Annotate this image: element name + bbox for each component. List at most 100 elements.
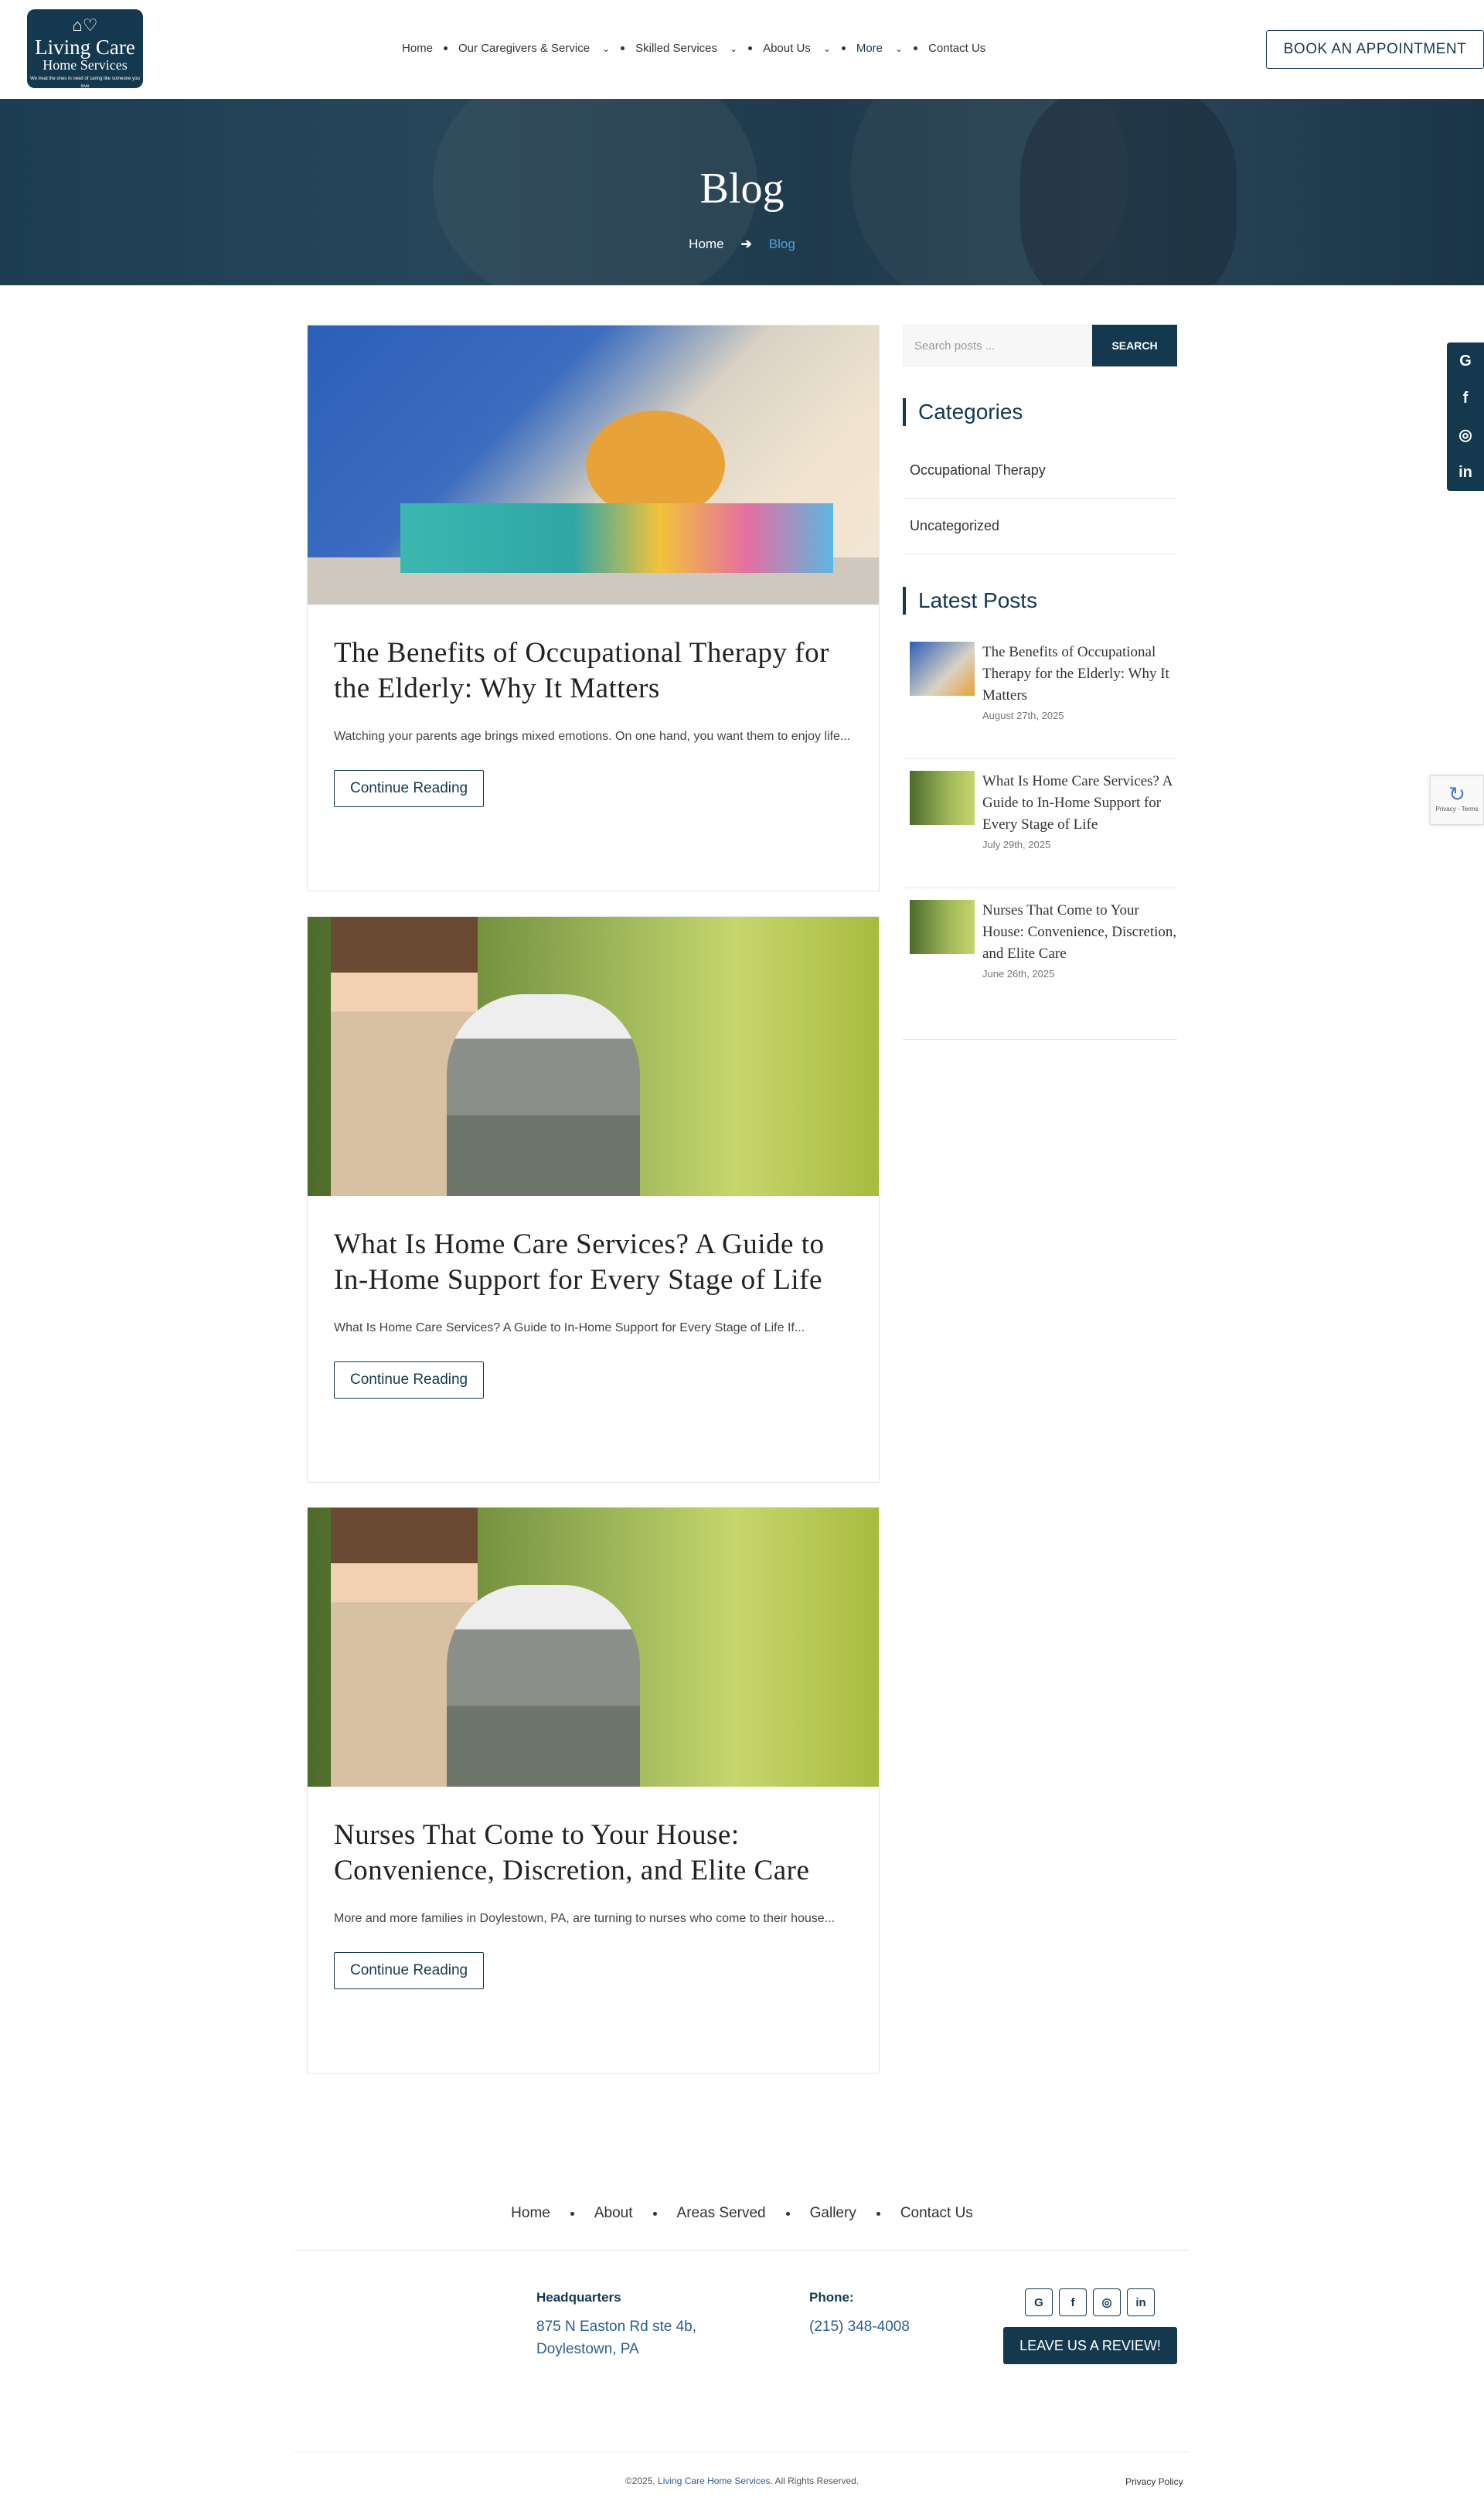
- footer-link-contact-us[interactable]: Contact Us: [900, 2205, 973, 2222]
- facebook-icon[interactable]: f: [1059, 2288, 1087, 2316]
- chevron-down-icon[interactable]: ⌄: [730, 43, 737, 54]
- headquarters-address-line2[interactable]: Doylestown, PA: [536, 2338, 639, 2360]
- footer-link-home[interactable]: Home: [511, 2205, 550, 2222]
- post-title[interactable]: What Is Home Care Services? A Guide to I…: [334, 1227, 853, 1298]
- breadcrumb-current: Blog: [768, 237, 795, 251]
- search-input[interactable]: Search posts ...: [903, 325, 1092, 366]
- nav-separator: [841, 46, 846, 50]
- arrow-right-icon: ➔: [740, 237, 752, 251]
- linkedin-icon[interactable]: in: [1447, 454, 1484, 491]
- post-title[interactable]: Nurses That Come to Your House: Convenie…: [334, 1818, 853, 1889]
- page-hero: Blog Home ➔ Blog: [0, 99, 1484, 285]
- nav-about-us[interactable]: About Us ⌄: [763, 42, 831, 55]
- nav-home[interactable]: Home: [402, 42, 433, 55]
- post-image[interactable]: [308, 917, 879, 1196]
- nav-more[interactable]: More ⌄: [856, 42, 903, 55]
- facebook-icon[interactable]: f: [1447, 380, 1484, 417]
- latest-post-date: August 27th, 2025: [982, 710, 1064, 721]
- nav-skilled-services[interactable]: Skilled Services ⌄: [635, 42, 737, 55]
- latest-post-title[interactable]: Nurses That Come to Your House: Convenie…: [982, 900, 1177, 965]
- nav-separator: [785, 2211, 790, 2216]
- recaptcha-text[interactable]: Privacy - Terms: [1431, 806, 1483, 813]
- headquarters-label: Headquarters: [536, 2290, 621, 2305]
- copyright-suffix: . All Rights Reserved.: [770, 2476, 859, 2486]
- post-image[interactable]: [308, 325, 879, 605]
- nav-separator: [914, 46, 918, 50]
- footer-link-areas-served[interactable]: Areas Served: [677, 2205, 766, 2222]
- post-excerpt: More and more families in Doylestown, PA…: [334, 1912, 836, 1925]
- latest-post-date: July 29th, 2025: [982, 839, 1051, 850]
- privacy-policy-link[interactable]: Privacy Policy: [1125, 2476, 1183, 2487]
- chevron-down-icon[interactable]: ⌄: [823, 43, 831, 54]
- category-item[interactable]: Occupational Therapy: [903, 443, 1177, 499]
- categories-title: Categories: [903, 398, 1023, 426]
- continue-reading-button[interactable]: Continue Reading: [334, 1952, 485, 1989]
- nav-label: Skilled Services: [635, 42, 718, 55]
- post-title[interactable]: The Benefits of Occupational Therapy for…: [334, 636, 853, 707]
- copyright-prefix: ©2025,: [625, 2476, 659, 2486]
- search-form: Search posts ... SEARCH: [903, 325, 1177, 366]
- latest-post-date: June 26th, 2025: [982, 968, 1055, 980]
- instagram-icon[interactable]: ◎: [1093, 2288, 1121, 2316]
- nav-separator: [444, 46, 448, 50]
- site-header: ⌂♡ Living Care Home Services We treat th…: [0, 0, 1484, 99]
- post-excerpt: What Is Home Care Services? A Guide to I…: [334, 1321, 805, 1334]
- leave-review-button[interactable]: LEAVE US A REVIEW!: [1003, 2327, 1177, 2364]
- nav-label: About Us: [763, 42, 811, 55]
- latest-post-thumbnail[interactable]: [910, 900, 975, 954]
- footer-divider: [294, 2250, 1190, 2251]
- google-icon[interactable]: G: [1025, 2288, 1053, 2316]
- logo-line2: Home Services: [43, 57, 128, 73]
- footer-link-about[interactable]: About: [594, 2205, 633, 2222]
- phone-link[interactable]: (215) 348-4008: [809, 2315, 910, 2338]
- post-card: Nurses That Come to Your House: Convenie…: [307, 1507, 880, 2074]
- continue-reading-button[interactable]: Continue Reading: [334, 1361, 485, 1399]
- copyright-company-link[interactable]: Living Care Home Services: [658, 2476, 770, 2486]
- nav-label: Contact Us: [928, 42, 986, 55]
- recaptcha-badge[interactable]: ↻ Privacy - Terms: [1430, 775, 1484, 825]
- breadcrumb: Home ➔ Blog: [0, 237, 1484, 252]
- logo-line1: Living Care: [35, 36, 135, 59]
- nav-caregivers[interactable]: Our Caregivers & Service ⌄: [458, 42, 610, 55]
- logo-tagline: We treat the ones in need of caring like…: [30, 77, 140, 89]
- nav-separator: [621, 46, 625, 50]
- nav-separator: [570, 2211, 574, 2216]
- footer-link-gallery[interactable]: Gallery: [810, 2205, 856, 2222]
- latest-post-item[interactable]: Nurses That Come to Your House: Convenie…: [903, 900, 1177, 1040]
- chevron-down-icon[interactable]: ⌄: [895, 43, 903, 54]
- breadcrumb-home[interactable]: Home: [689, 237, 723, 252]
- nav-label: More: [856, 42, 883, 55]
- book-appointment-button[interactable]: BOOK AN APPOINTMENT: [1266, 30, 1484, 69]
- social-sidebar: G f ◎ in: [1447, 342, 1484, 491]
- category-item[interactable]: Uncategorized: [903, 499, 1177, 554]
- post-image-shape: [586, 411, 725, 519]
- latest-post-thumbnail[interactable]: [910, 771, 975, 825]
- chevron-down-icon[interactable]: ⌄: [602, 43, 610, 54]
- post-card: What Is Home Care Services? A Guide to I…: [307, 916, 880, 1483]
- footer-social: G f ◎ in: [1025, 2288, 1161, 2316]
- latest-post-thumbnail[interactable]: [910, 642, 975, 696]
- latest-post-item[interactable]: The Benefits of Occupational Therapy for…: [903, 642, 1177, 759]
- post-image[interactable]: [308, 1508, 879, 1787]
- google-icon[interactable]: G: [1447, 342, 1484, 380]
- post-image-shape: [447, 1585, 640, 1787]
- linkedin-icon[interactable]: in: [1127, 2288, 1155, 2316]
- nav-separator: [652, 2211, 657, 2216]
- continue-reading-button[interactable]: Continue Reading: [334, 770, 485, 807]
- latest-post-item[interactable]: What Is Home Care Services? A Guide to I…: [903, 771, 1177, 888]
- nav-separator: [748, 46, 753, 50]
- search-button[interactable]: SEARCH: [1092, 325, 1177, 366]
- phone-label: Phone:: [809, 2290, 854, 2305]
- nav-contact-us[interactable]: Contact Us: [928, 42, 985, 55]
- instagram-icon[interactable]: ◎: [1447, 417, 1484, 454]
- site-logo[interactable]: ⌂♡ Living Care Home Services We treat th…: [27, 9, 143, 89]
- latest-post-title[interactable]: What Is Home Care Services? A Guide to I…: [982, 771, 1177, 836]
- latest-post-title[interactable]: The Benefits of Occupational Therapy for…: [982, 642, 1177, 707]
- headquarters-address-line1[interactable]: 875 N Easton Rd ste 4b,: [536, 2315, 696, 2338]
- post-card: The Benefits of Occupational Therapy for…: [307, 325, 880, 891]
- recaptcha-icon: ↻: [1448, 782, 1465, 806]
- post-excerpt: Watching your parents age brings mixed e…: [334, 730, 851, 743]
- nav-separator: [876, 2211, 880, 2216]
- house-heart-icon: ⌂♡: [72, 15, 98, 35]
- latest-posts-title: Latest Posts: [903, 587, 1037, 615]
